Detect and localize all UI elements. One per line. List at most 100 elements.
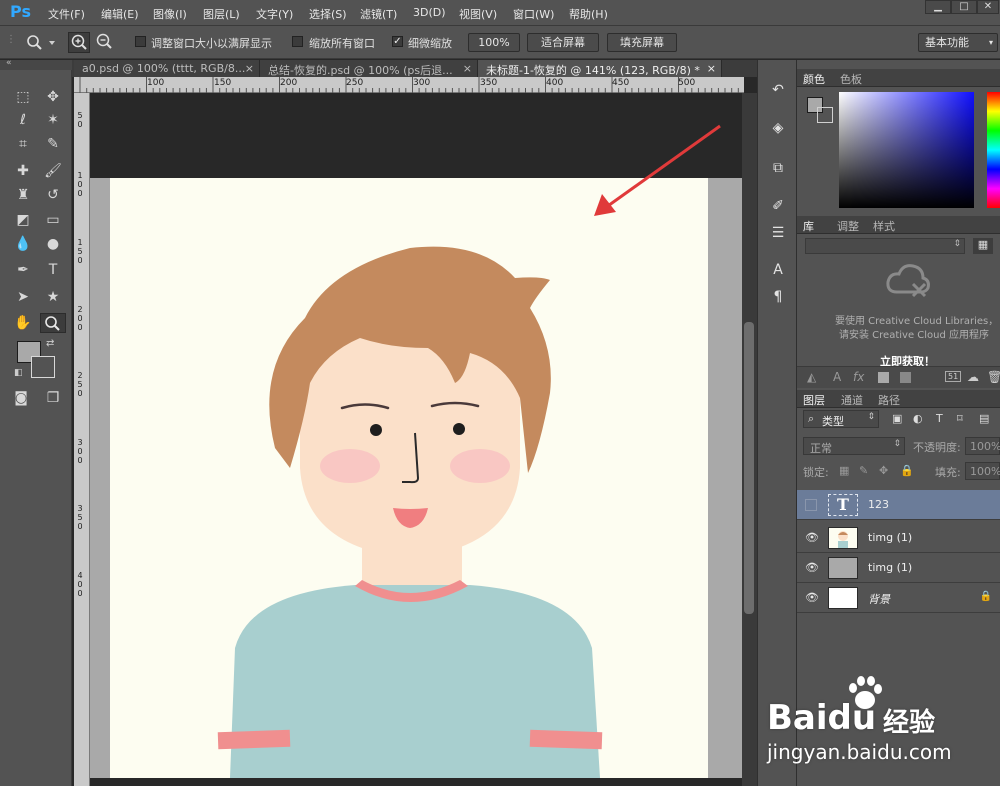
eyedropper-tool-icon[interactable]: ✎ (42, 134, 64, 154)
menu-type[interactable]: 文字(Y) (256, 6, 293, 22)
fill-screen-button[interactable]: 填充屏幕 (607, 33, 677, 52)
menu-window[interactable]: 窗口(W) (513, 6, 554, 22)
lock-all-icon[interactable]: 🔒 (900, 464, 914, 477)
zoom-tool-icon[interactable] (40, 313, 66, 333)
minimize-button[interactable]: ▁ (925, 0, 951, 14)
add-graphic-icon[interactable]: ◭ (807, 370, 816, 384)
tab-paths[interactable]: 路径 (878, 392, 900, 408)
clone-source-panel-icon[interactable]: ⧉ (768, 158, 788, 178)
menu-edit[interactable]: 编辑(E) (101, 6, 139, 22)
tab-swatches[interactable]: 色板 (840, 71, 862, 87)
character-panel-icon[interactable]: A (768, 260, 788, 280)
menu-image[interactable]: 图像(I) (153, 6, 187, 22)
tab-layers[interactable]: 图层 (803, 392, 825, 408)
layer-name[interactable]: 123 (868, 498, 889, 511)
eye-icon[interactable]: 👁 (805, 592, 819, 604)
tab-libraries[interactable]: 库 (803, 218, 814, 234)
lock-transparent-icon[interactable]: ▦ (839, 464, 849, 477)
move-tool-icon[interactable]: ✥ (42, 87, 64, 107)
color-field[interactable] (839, 92, 974, 208)
layer-filter-select[interactable]: ⌕ 类型 ⇕ (803, 410, 879, 428)
layer-name[interactable]: timg (1) (868, 561, 912, 574)
menu-layer[interactable]: 图层(L) (203, 6, 240, 22)
tab-close-icon[interactable]: × (707, 62, 716, 75)
menu-3d[interactable]: 3D(D) (413, 6, 446, 19)
layer-row-timg-image[interactable]: 👁 timg (1) (797, 523, 1000, 553)
tab-untitled-active[interactable]: 未标题-1-恢复的 @ 141% (123, RGB/8) * × (478, 60, 722, 77)
layer-row-background[interactable]: 👁 背景 🔒 (797, 583, 1000, 613)
background-color-swatch[interactable] (31, 356, 55, 378)
add-color-icon[interactable] (900, 372, 911, 383)
properties-panel-icon[interactable]: ☰ (768, 223, 788, 243)
scrubby-zoom-checkbox[interactable]: ✓ (392, 36, 403, 47)
type-tool-icon[interactable]: T (42, 260, 64, 280)
tab-color[interactable]: 颜色 (803, 71, 825, 87)
gradient-tool-icon[interactable]: ▭ (42, 210, 64, 230)
eraser-tool-icon[interactable]: ◩ (12, 210, 34, 230)
hand-tool-icon[interactable]: ✋ (12, 313, 34, 333)
grid-view-icon[interactable]: ▦ (973, 238, 993, 254)
tab-close-icon[interactable]: × (245, 62, 254, 75)
zoom-100-button[interactable]: 100% (468, 33, 520, 52)
layer-name[interactable]: 背景 (868, 591, 890, 607)
menu-select[interactable]: 选择(S) (309, 6, 347, 22)
trash-icon[interactable]: 🗑 (987, 370, 1000, 384)
filter-smart-object-icon[interactable]: ▤ (979, 412, 989, 425)
lasso-tool-icon[interactable]: ℓ (12, 110, 34, 130)
tab-close-icon[interactable]: × (463, 62, 472, 75)
add-fill-icon[interactable] (878, 372, 889, 383)
screen-mode-icon[interactable]: ❐ (42, 388, 64, 408)
paragraph-panel-icon[interactable]: ¶ (768, 287, 788, 307)
menu-view[interactable]: 视图(V) (459, 6, 497, 22)
dodge-tool-icon[interactable]: ● (42, 234, 64, 254)
filter-type-icon[interactable]: T (936, 412, 943, 425)
crop-tool-icon[interactable]: ⌗ (12, 134, 34, 154)
document-canvas[interactable] (110, 178, 708, 778)
tab-channels[interactable]: 通道 (841, 392, 863, 408)
close-button[interactable]: ✕ (977, 0, 999, 14)
history-panel-icon[interactable]: ↶ (768, 80, 788, 100)
tab-summary[interactable]: 总结-恢复的.psd @ 100% (ps后退... × (260, 60, 478, 77)
history-brush-tool-icon[interactable]: ↺ (42, 185, 64, 205)
library-dropdown[interactable]: ⇕ (805, 238, 965, 254)
add-style-icon[interactable]: fx (853, 370, 864, 384)
menu-help[interactable]: 帮助(H) (569, 6, 608, 22)
color-bg-swatch[interactable] (817, 107, 833, 123)
3d-panel-icon[interactable]: ◈ (768, 118, 788, 138)
filter-pixel-icon[interactable]: ▣ (892, 412, 902, 425)
fit-screen-button[interactable]: 适合屏幕 (527, 33, 599, 52)
scrollbar-thumb[interactable] (744, 322, 754, 614)
pen-tool-icon[interactable]: ✒ (12, 260, 34, 280)
blend-mode-select[interactable]: 正常 ⇕ (803, 437, 905, 455)
path-selection-tool-icon[interactable]: ➤ (12, 287, 34, 307)
visibility-toggle[interactable] (805, 499, 817, 511)
add-text-icon[interactable]: A (833, 370, 841, 384)
fill-input[interactable]: 100% (965, 462, 1000, 480)
zoom-tool-preset-icon[interactable] (26, 34, 56, 50)
brush-tool-icon[interactable]: 🖌 (42, 161, 64, 181)
tab-styles[interactable]: 样式 (873, 218, 895, 234)
swap-colors-icon[interactable]: ⇄ (46, 338, 54, 349)
lock-image-icon[interactable]: ✎ (859, 464, 868, 477)
tab-a0[interactable]: a0.psd @ 100% (tttt, RGB/8... × (74, 60, 260, 77)
filter-shape-icon[interactable]: ⌑ (957, 412, 963, 425)
default-colors-icon[interactable]: ◧ (14, 368, 23, 378)
marquee-tool-icon[interactable]: ⬚ (12, 87, 34, 107)
resize-windows-checkbox[interactable] (135, 36, 146, 47)
layer-name[interactable]: timg (1) (868, 531, 912, 544)
lock-position-icon[interactable]: ✥ (879, 464, 888, 477)
layer-row-timg-gray[interactable]: 👁 timg (1) (797, 553, 1000, 583)
menu-filter[interactable]: 滤镜(T) (360, 6, 397, 22)
magic-wand-tool-icon[interactable]: ✶ (42, 110, 64, 130)
clone-stamp-tool-icon[interactable]: ♜ (12, 185, 34, 205)
brush-panel-icon[interactable]: ✐ (768, 196, 788, 216)
eye-icon[interactable]: 👁 (805, 532, 819, 544)
shape-tool-icon[interactable]: ★ (42, 287, 64, 307)
layer-row-text[interactable]: T 123 (797, 490, 1000, 520)
blur-tool-icon[interactable]: 💧 (12, 234, 34, 254)
collapse-icon[interactable]: « (6, 58, 12, 68)
healing-brush-tool-icon[interactable]: ✚ (12, 161, 34, 181)
quick-mask-icon[interactable]: ◙ (10, 388, 32, 408)
sync-icon[interactable]: ☁ (967, 370, 979, 384)
hue-slider[interactable] (987, 92, 1000, 208)
